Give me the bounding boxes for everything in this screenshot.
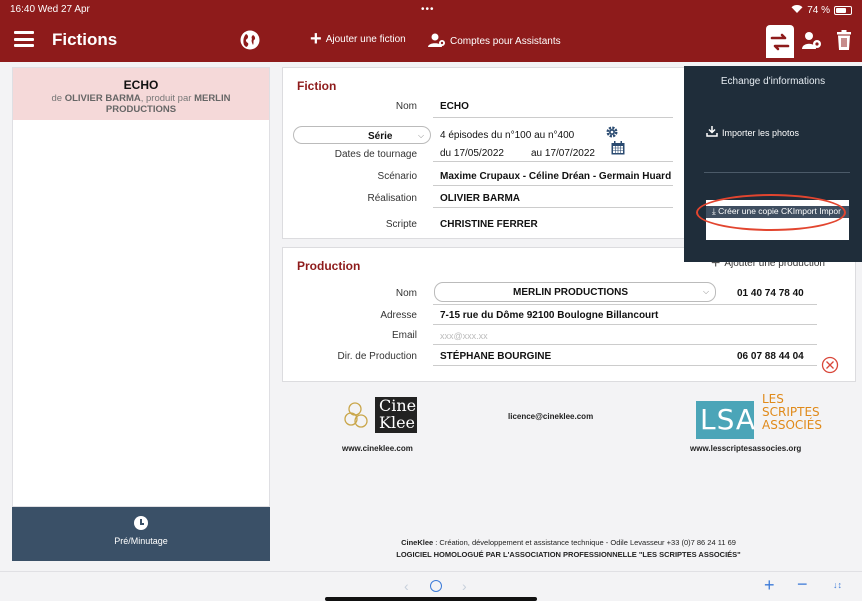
home-indicator xyxy=(325,597,537,601)
delete-circle-icon[interactable] xyxy=(821,356,839,379)
navigation-bar: 16:40 Wed 27 Apr ••• 74 % Fictions + Ajo… xyxy=(0,0,862,62)
scripte-field[interactable]: CHRISTINE FERRER xyxy=(440,219,538,230)
production-panel: Production + Ajouter une production Nom … xyxy=(282,247,856,382)
dir-production-field[interactable]: STÉPHANE BOURGINE xyxy=(440,351,551,362)
battery-percent: 74 % xyxy=(807,4,830,16)
email-label: Email xyxy=(391,330,417,341)
email-field[interactable]: xxx@xxx.xx xyxy=(440,331,488,341)
assistants-accounts-button[interactable]: Comptes pour Assistants xyxy=(428,33,561,50)
fiction-item-title: ECHO xyxy=(123,78,159,92)
globe-icon[interactable] xyxy=(240,30,260,50)
scenario-label: Scénario xyxy=(377,171,417,182)
page-title: Fictions xyxy=(52,30,118,49)
production-nom-label: Nom xyxy=(395,288,417,299)
fiction-list: ECHO de OLIVIER BARMA, produit par MERLI… xyxy=(12,67,270,507)
date-end-field[interactable]: au 17/07/2022 xyxy=(531,148,595,159)
footer-credit: CineKlee : Création, développement et as… xyxy=(396,538,741,559)
cineklee-logo: Cine Klee xyxy=(343,395,423,435)
trash-icon[interactable] xyxy=(830,25,858,55)
plus-icon: + xyxy=(310,28,322,50)
add-fiction-button[interactable]: + Ajouter une fiction xyxy=(310,28,406,50)
dir-production-phone[interactable]: 06 07 88 44 04 xyxy=(737,351,804,362)
fiction-heading: Fiction xyxy=(297,79,337,93)
fiction-list-item[interactable]: ECHO de OLIVIER BARMA, produit par MERLI… xyxy=(13,68,269,120)
exchange-popover: Echange d'informations Importer les phot… xyxy=(684,66,862,262)
download-icon xyxy=(706,126,718,139)
production-heading: Production xyxy=(297,259,361,273)
realisation-field[interactable]: OLIVIER BARMA xyxy=(440,193,520,204)
adresse-label: Adresse xyxy=(380,310,417,321)
adresse-field[interactable]: 7-15 rue du Dôme 92100 Boulogne Billanco… xyxy=(440,310,658,321)
back-chevron-icon[interactable]: ‹ xyxy=(404,578,409,594)
pre-minutage-button[interactable]: Pré/Minutage xyxy=(12,507,270,561)
lsa-url[interactable]: www.lesscriptesassocies.org xyxy=(690,444,801,453)
dir-production-label: Dir. de Production xyxy=(337,351,418,362)
battery-status: 74 % xyxy=(791,4,852,16)
calendar-icon[interactable] xyxy=(611,141,625,160)
realisation-label: Réalisation xyxy=(367,193,417,204)
nom-label: Nom xyxy=(395,101,417,112)
remove-icon[interactable]: − xyxy=(797,574,808,595)
home-circle-icon[interactable] xyxy=(430,580,442,592)
exchange-arrows-icon[interactable] xyxy=(766,25,794,58)
import-photos-button[interactable]: Importer les photos xyxy=(706,126,799,139)
scripte-label: Scripte xyxy=(385,219,417,230)
menu-icon[interactable] xyxy=(14,31,34,47)
multitask-dots[interactable]: ••• xyxy=(421,4,435,15)
scenario-field[interactable]: Maxime Crupaux - Céline Dréan - Germain … xyxy=(440,171,671,182)
type-select[interactable]: Série ⌵ xyxy=(293,126,431,144)
production-phone[interactable]: 01 40 74 78 40 xyxy=(737,288,804,299)
lsa-logo: LSA LES SCRIPTES ASSOCIÉS xyxy=(696,393,824,441)
date-start-field[interactable]: du 17/05/2022 xyxy=(440,148,504,159)
add-icon[interactable]: + xyxy=(764,575,775,596)
cineklee-url[interactable]: www.cineklee.com xyxy=(342,444,413,453)
user-gear-icon[interactable] xyxy=(798,25,826,55)
partner-logos: Cine Klee www.cineklee.com licence@cinek… xyxy=(281,387,862,477)
forward-chevron-icon[interactable]: › xyxy=(462,578,467,594)
status-time: 16:40 Wed 27 Apr xyxy=(10,4,90,15)
sort-icon[interactable]: ↓↕ xyxy=(833,580,842,590)
user-settings-icon xyxy=(428,33,446,50)
fiction-name-field[interactable]: ECHO xyxy=(440,101,469,112)
battery-icon xyxy=(834,5,852,15)
production-select[interactable]: MERLIN PRODUCTIONS ⌵ xyxy=(434,282,716,302)
chevron-down-icon: ⌵ xyxy=(418,131,425,140)
status-bar: 16:40 Wed 27 Apr ••• 74 % xyxy=(0,4,862,18)
fiction-item-subtitle: de OLIVIER BARMA, produit par MERLIN PRO… xyxy=(51,93,231,115)
highlight-ring xyxy=(696,194,846,231)
popover-title: Echange d'informations xyxy=(720,76,826,87)
clock-icon xyxy=(134,516,148,530)
episodes-info: 4 épisodes du n°100 au n°400 xyxy=(440,130,575,141)
dates-label: Dates de tournage xyxy=(334,149,417,160)
chevron-down-icon: ⌵ xyxy=(703,287,710,296)
licence-email[interactable]: licence@cineklee.com xyxy=(508,412,593,421)
wifi-icon xyxy=(791,4,803,16)
